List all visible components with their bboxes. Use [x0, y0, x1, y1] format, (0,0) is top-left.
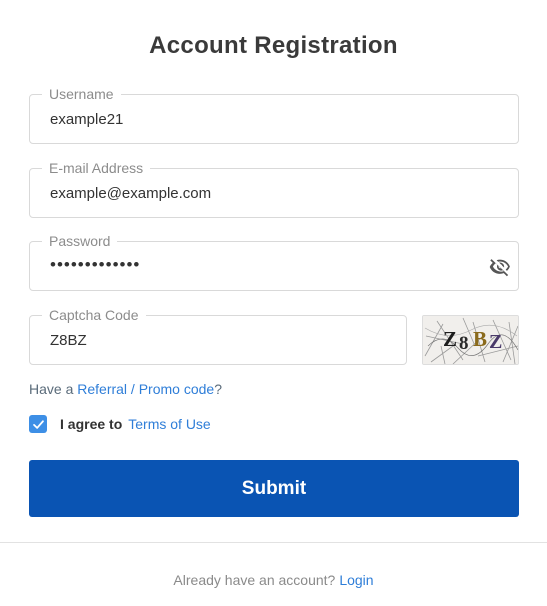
login-link[interactable]: Login [339, 572, 373, 588]
agree-checkbox[interactable] [29, 415, 47, 433]
registration-page: Account Registration Username example21 … [0, 0, 547, 606]
captcha-input[interactable]: Z8BZ [50, 331, 87, 351]
agree-row: I agree to Terms of Use [29, 414, 211, 434]
referral-suffix: ? [214, 381, 222, 397]
captcha-image-char: 8 [459, 333, 469, 354]
agree-text: I agree to [60, 416, 123, 432]
captcha-image[interactable]: Z 8 B Z [422, 315, 519, 365]
username-input[interactable]: example21 [50, 110, 123, 130]
captcha-label: Captcha Code [42, 306, 146, 324]
username-field[interactable]: Username example21 [29, 85, 519, 144]
captcha-image-char: B [473, 327, 487, 351]
referral-prefix: Have a [29, 381, 78, 397]
submit-button[interactable]: Submit [29, 460, 519, 517]
password-label: Password [42, 232, 118, 250]
password-field[interactable]: Password ••••••••••••• [29, 232, 519, 291]
page-title: Account Registration [149, 32, 398, 59]
username-label: Username [42, 85, 121, 103]
referral-promo-link[interactable]: Referral / Promo code [77, 381, 214, 397]
divider [0, 542, 547, 543]
footer-text: Already have an account? [173, 572, 336, 588]
referral-row: Have a Referral / Promo code? [29, 381, 222, 397]
captcha-image-char: Z [443, 327, 457, 351]
password-input[interactable]: ••••••••••••• [50, 255, 140, 275]
eye-slash-icon[interactable] [488, 255, 512, 279]
captcha-image-char: Z [489, 331, 502, 353]
email-label: E-mail Address [42, 159, 151, 177]
terms-of-use-link[interactable]: Terms of Use [128, 416, 210, 432]
footer: Already have an account? Login [0, 572, 547, 588]
captcha-field[interactable]: Captcha Code Z8BZ [29, 306, 407, 365]
email-input[interactable]: example@example.com [50, 184, 211, 204]
email-field[interactable]: E-mail Address example@example.com [29, 159, 519, 218]
checkmark-icon [32, 419, 44, 429]
